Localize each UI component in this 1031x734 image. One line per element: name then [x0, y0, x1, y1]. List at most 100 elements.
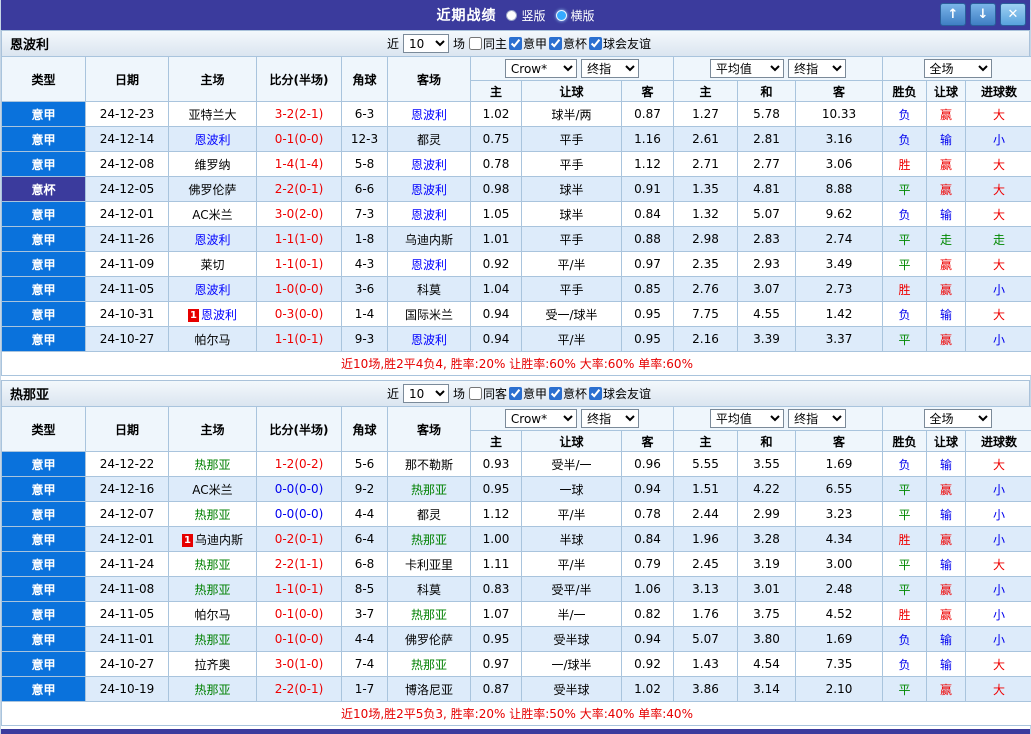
checkbox-input[interactable]: [549, 36, 563, 50]
close-button[interactable]: ✕: [1000, 3, 1026, 26]
average-select[interactable]: 平均值: [709, 59, 784, 78]
odds-cell-4: 4.22: [737, 476, 796, 502]
checkbox-input[interactable]: [468, 36, 482, 50]
team-link[interactable]: 热那亚: [194, 683, 230, 697]
subcol-handicap: 让球: [521, 430, 622, 452]
team-link[interactable]: 拉齐奥: [194, 658, 230, 672]
odds-cell-3: 2.16: [673, 326, 738, 352]
team-link[interactable]: 帕尔马: [194, 608, 230, 622]
subcol-handicap-result: 让球: [926, 430, 967, 452]
team-link[interactable]: 恩波利: [194, 233, 230, 247]
team-link[interactable]: 那不勒斯: [405, 458, 453, 472]
move-up-button[interactable]: ↑: [940, 3, 966, 26]
team-link[interactable]: 卡利亚里: [405, 558, 453, 572]
team-link[interactable]: 恩波利: [201, 308, 237, 322]
team-link[interactable]: 热那亚: [411, 483, 447, 497]
team-link[interactable]: 都灵: [417, 133, 441, 147]
move-down-button[interactable]: ↓: [970, 3, 996, 26]
match-count-select[interactable]: 10: [402, 384, 449, 403]
team-link[interactable]: 帕尔马: [194, 333, 230, 347]
team-link[interactable]: AC米兰: [192, 483, 232, 497]
checkbox-input[interactable]: [549, 386, 563, 400]
league-cell: 意甲: [1, 601, 86, 627]
odds-cell-3: 2.35: [673, 251, 738, 277]
fulltime-select[interactable]: 全场: [923, 59, 992, 78]
checkbox-input[interactable]: [589, 36, 603, 50]
checkbox-input[interactable]: [509, 36, 522, 50]
team-link[interactable]: 热那亚: [411, 658, 447, 672]
team-link[interactable]: 恩波利: [194, 283, 230, 297]
odds-cell-5: 2.10: [794, 676, 884, 702]
filter-checkbox[interactable]: 意甲: [509, 385, 547, 402]
team-link[interactable]: 恩波利: [411, 333, 447, 347]
team-link[interactable]: 热那亚: [194, 558, 230, 572]
team-link[interactable]: 维罗纳: [194, 158, 230, 172]
odds-cell-3: 2.61: [673, 126, 738, 152]
team-link[interactable]: 热那亚: [411, 533, 447, 547]
team-link[interactable]: 热那亚: [194, 583, 230, 597]
odds-cell-0: 0.75: [470, 126, 522, 152]
goals-result-cell: 大: [965, 551, 1031, 577]
goals-result-cell: 小: [965, 601, 1031, 627]
team-link[interactable]: AC米兰: [192, 208, 232, 222]
layout-radio-vertical[interactable]: 竖版: [506, 7, 546, 24]
odds-cell-3: 1.35: [673, 176, 738, 202]
team-link[interactable]: 恩波利: [411, 158, 447, 172]
team-link[interactable]: 恩波利: [194, 133, 230, 147]
team-link[interactable]: 科莫: [417, 283, 441, 297]
filter-checkbox[interactable]: 同主: [468, 35, 507, 52]
team-link[interactable]: 佛罗伦萨: [405, 633, 453, 647]
odds-cell-2: 1.16: [621, 126, 674, 152]
date-cell: 24-12-16: [85, 476, 169, 502]
checkbox-input[interactable]: [589, 386, 603, 400]
average-select[interactable]: 平均值: [709, 409, 784, 428]
team-link[interactable]: 科莫: [417, 583, 441, 597]
team-link[interactable]: 热那亚: [194, 458, 230, 472]
layout-radio-horizontal[interactable]: 横版: [555, 7, 595, 24]
checkbox-label: 同客: [482, 386, 507, 401]
odds-cell-3: 1.96: [673, 526, 738, 552]
home-team-cell: 帕尔马: [168, 601, 257, 627]
team-link[interactable]: 热那亚: [194, 633, 230, 647]
team-link[interactable]: 乌迪内斯: [195, 533, 243, 547]
checkbox-input[interactable]: [468, 386, 482, 400]
team-link[interactable]: 乌迪内斯: [405, 233, 453, 247]
filter-checkbox[interactable]: 意甲: [509, 35, 547, 52]
team-link[interactable]: 恩波利: [411, 208, 447, 222]
odds-cell-0: 1.02: [470, 101, 522, 127]
filter-checkbox[interactable]: 意杯: [549, 385, 587, 402]
match-row: 意杯 24-12-05 佛罗伦萨 2-2(0-1) 6-6 恩波利 0.98 球半 0.91 1.…: [1, 176, 1031, 202]
odds-cell-4: 3.01: [737, 576, 796, 602]
subcol-home-win: 主: [673, 430, 738, 452]
goals-result-cell: 大: [965, 251, 1031, 277]
team-link[interactable]: 恩波利: [411, 108, 447, 122]
match-count-select[interactable]: 10: [402, 34, 449, 53]
team-link[interactable]: 都灵: [417, 508, 441, 522]
final-odds-select-1[interactable]: 终指: [581, 59, 640, 78]
fulltime-select[interactable]: 全场: [923, 409, 992, 428]
odds-cell-1: 球半: [521, 176, 622, 202]
final-odds-select-2[interactable]: 终指: [788, 59, 847, 78]
corner-cell: 8-5: [341, 576, 388, 602]
corner-cell: 6-4: [341, 526, 388, 552]
subcol-away-odds: 客: [621, 430, 674, 452]
bookmaker-select[interactable]: Crow*: [504, 409, 577, 428]
team-link[interactable]: 佛罗伦萨: [188, 183, 236, 197]
team-link[interactable]: 莱切: [200, 258, 224, 272]
team-link[interactable]: 热那亚: [194, 508, 230, 522]
bookmaker-select[interactable]: Crow*: [504, 59, 577, 78]
team-link[interactable]: 博洛尼亚: [405, 683, 453, 697]
checkbox-input[interactable]: [509, 386, 522, 400]
filter-checkbox[interactable]: 球会友谊: [589, 35, 651, 52]
team-link[interactable]: 恩波利: [411, 258, 447, 272]
team-link[interactable]: 热那亚: [411, 608, 447, 622]
final-odds-select-1[interactable]: 终指: [581, 409, 640, 428]
team-link[interactable]: 亚特兰大: [188, 108, 236, 122]
odds-cell-4: 3.07: [737, 276, 796, 302]
team-link[interactable]: 国际米兰: [405, 308, 453, 322]
team-link[interactable]: 恩波利: [411, 183, 447, 197]
final-odds-select-2[interactable]: 终指: [788, 409, 847, 428]
filter-checkbox[interactable]: 球会友谊: [589, 385, 651, 402]
filter-checkbox[interactable]: 意杯: [549, 35, 587, 52]
filter-checkbox[interactable]: 同客: [468, 385, 507, 402]
